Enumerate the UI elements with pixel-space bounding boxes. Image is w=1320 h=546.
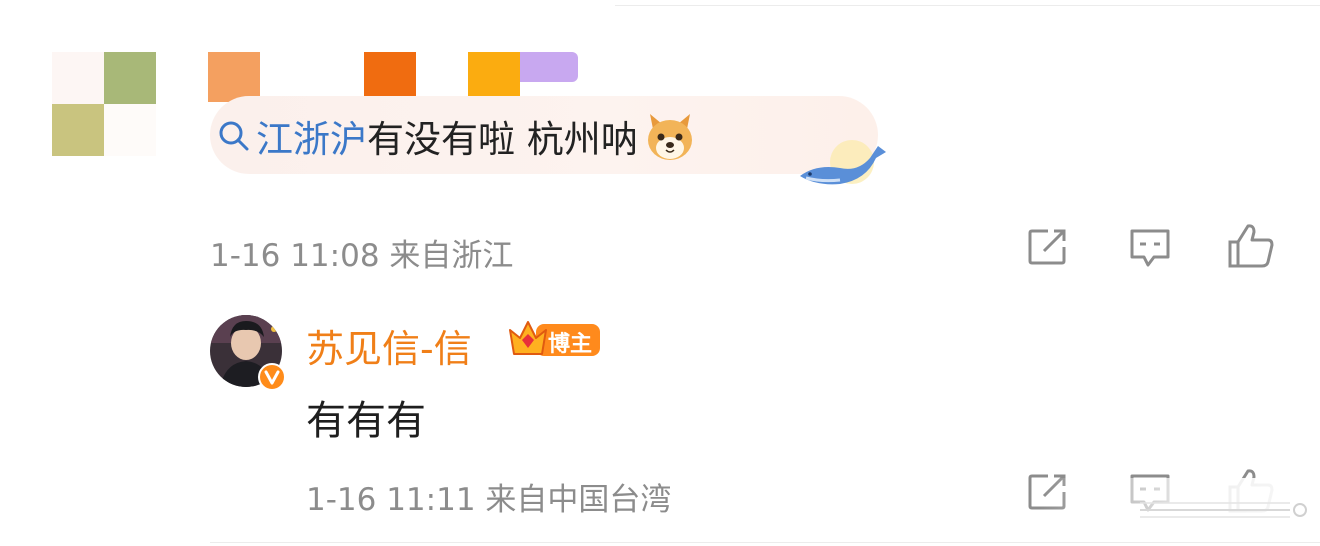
reply-time: 1-16 11:11	[306, 482, 476, 518]
share-icon[interactable]	[1026, 227, 1070, 267]
like-icon[interactable]	[1226, 222, 1276, 270]
dog-emoji-icon	[647, 114, 692, 160]
reply-meta: 1-16 11:11 来自中国台湾	[306, 474, 671, 519]
redaction-block	[260, 52, 364, 102]
whale-icon	[800, 140, 886, 185]
avatar-tile	[104, 52, 156, 104]
verified-v-icon	[258, 363, 286, 391]
topic-link[interactable]: 江浙沪	[256, 109, 367, 163]
redaction-block	[468, 52, 520, 102]
reply-text: 有有有	[306, 398, 426, 444]
search-icon	[219, 121, 249, 151]
redaction-block	[208, 52, 260, 102]
top-divider	[615, 5, 1320, 6]
blogger-badge-label: 博主	[548, 332, 593, 357]
commenter-name-redacted[interactable]	[208, 52, 588, 102]
avatar-tile	[52, 52, 104, 104]
avatar-tile	[104, 104, 156, 156]
comment-location: 来自浙江	[389, 238, 514, 274]
comment-time: 1-16 11:08	[210, 238, 380, 274]
bottom-divider	[210, 542, 1320, 543]
comment-content: 江浙沪 有没有啦 杭州呐	[216, 108, 698, 164]
comment-text: 有没有啦 杭州呐	[367, 118, 638, 161]
commenter-avatar[interactable]	[52, 52, 156, 156]
redaction-block	[364, 52, 416, 102]
comment-meta: 1-16 11:08 来自浙江	[210, 230, 513, 275]
reply-author-name[interactable]: 苏见信-信	[306, 318, 472, 373]
redaction-block	[520, 52, 578, 82]
reply-location: 来自中国台湾	[485, 482, 672, 518]
avatar-tile	[52, 104, 104, 156]
watermark-icon	[1140, 502, 1307, 518]
comment-icon[interactable]	[1128, 227, 1172, 269]
